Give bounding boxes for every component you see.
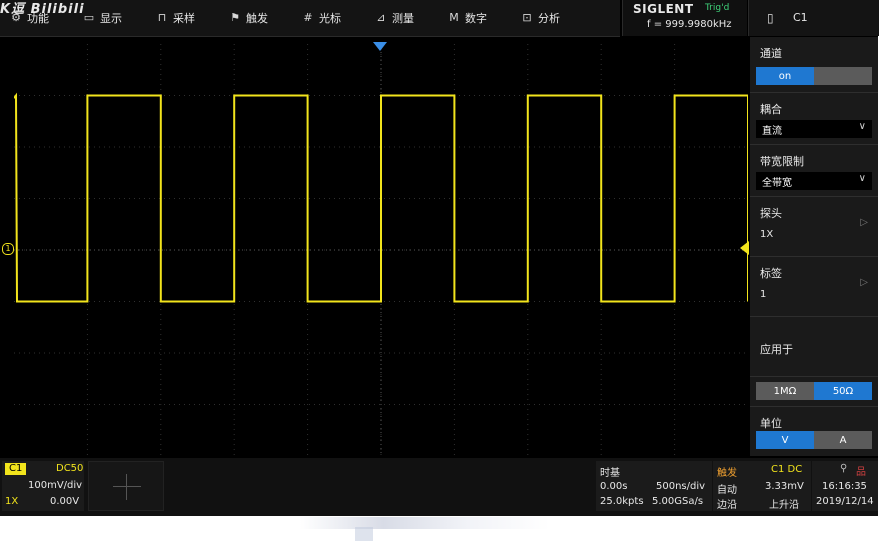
analysis-icon: ⊡ <box>522 11 532 24</box>
channel-title: 通道 <box>760 47 782 60</box>
trigger-source: C1 DC <box>771 464 803 475</box>
probe-section[interactable]: 探头 1X ▷ <box>750 197 878 257</box>
chevron-down-icon: ∨ <box>858 121 866 132</box>
menu-label: 触发 <box>246 12 268 25</box>
channel-1-coupling: DC50 <box>56 463 84 474</box>
coupling-section: 耦合 直流 ∨ <box>750 93 878 145</box>
acquire-icon: ⊓ <box>157 11 167 24</box>
bottom-status-bar: C1 DC50 100mV/div 1X 0.00V 时基 0.00s 500n… <box>0 458 878 516</box>
brand-status: SIGLENT Trig'd f = 999.9980kHz <box>622 0 747 36</box>
label-title: 标签 <box>760 267 782 280</box>
unit-option-a[interactable]: A <box>814 431 872 449</box>
usb-icon: ⚲ <box>840 463 848 474</box>
menu-label: 数字 <box>465 12 487 25</box>
network-icon: 品 <box>856 467 866 478</box>
trigger-status: Trig'd <box>705 3 730 13</box>
chevron-down-icon: ∨ <box>858 173 866 184</box>
brand-logo: SIGLENT <box>633 2 694 16</box>
label-value: 1 <box>760 289 767 300</box>
channel-header-label: C1 <box>793 11 808 24</box>
trigger-flag-icon: ⚑ <box>230 11 240 24</box>
trigger-type: 边沿 <box>717 500 737 511</box>
clock-time: 16:16:35 <box>822 481 867 492</box>
submenu-arrow-icon: ▷ <box>860 277 868 288</box>
coupling-select[interactable]: 直流 ∨ <box>756 120 872 138</box>
sample-rate: 5.00GSa/s <box>652 496 704 507</box>
bandwidth-select[interactable]: 全带宽 ∨ <box>756 172 872 190</box>
impedance-option-1mohm[interactable]: 1MΩ <box>756 382 814 400</box>
menu-label: 分析 <box>538 12 560 25</box>
channel-section: 通道 on <box>750 37 878 93</box>
channel-on-option[interactable]: on <box>756 67 814 85</box>
unit-title: 单位 <box>760 417 782 430</box>
display-icon: ▭ <box>83 11 95 24</box>
waveform-svg <box>14 44 748 456</box>
channel-1-scale: 100mV/div <box>28 480 83 491</box>
channel-menu-header[interactable]: ▯ C1 <box>748 0 879 36</box>
measure-icon: ⊿ <box>376 11 386 24</box>
impedance-option-50ohm[interactable]: 50Ω <box>814 382 872 400</box>
label-section[interactable]: 标签 1 ▷ <box>750 257 878 317</box>
channel-icon: ▯ <box>767 11 774 25</box>
menu-math[interactable]: M 数字 <box>438 0 497 36</box>
menu-measure[interactable]: ⊿ 测量 <box>365 0 424 36</box>
screen-glare <box>300 517 550 529</box>
unit-section: 单位 V A <box>750 407 878 456</box>
plus-icon <box>113 486 141 487</box>
channel-1-tag: C1 <box>5 463 27 475</box>
timebase-scale: 500ns/div <box>656 481 706 492</box>
probe-value: 1X <box>760 229 774 240</box>
screen-glare-detail <box>355 527 373 541</box>
cursor-icon: # <box>303 11 313 24</box>
add-channel-button[interactable] <box>88 461 164 511</box>
menu-cursors[interactable]: # 光标 <box>292 0 351 36</box>
math-icon: M <box>449 11 459 24</box>
impedance-options[interactable]: 1MΩ 50Ω <box>756 382 872 400</box>
trigger-slope: 上升沿 <box>769 500 799 511</box>
top-menu-bar: ⚙ 功能 ▭ 显示 ⊓ 采样 ⚑ 触发 # 光标 ⊿ 测量 M 数字 ⊡ 分析 <box>0 0 620 37</box>
trigger-level: 3.33mV <box>765 481 804 492</box>
unit-option-v[interactable]: V <box>756 431 814 449</box>
menu-label: 显示 <box>100 12 122 25</box>
video-watermark: K逗 Bilibili <box>0 2 85 17</box>
trigger-mode: 自动 <box>717 485 737 496</box>
menu-label: 光标 <box>319 12 341 25</box>
frequency-readout: f = 999.9980kHz <box>647 19 732 30</box>
channel-1-probe: 1X <box>5 496 19 507</box>
probe-title: 探头 <box>760 207 782 220</box>
unit-toggle[interactable]: V A <box>756 431 872 449</box>
submenu-arrow-icon: ▷ <box>860 217 868 228</box>
menu-acquire[interactable]: ⊓ 采样 <box>146 0 205 36</box>
bandwidth-value: 全带宽 <box>762 177 792 189</box>
apply-to-title: 应用于 <box>760 343 793 356</box>
trigger-level-marker[interactable] <box>740 241 749 255</box>
menu-label: 采样 <box>173 12 195 25</box>
menu-trigger[interactable]: ⚑ 触发 <box>219 0 278 36</box>
apply-to-section[interactable]: 应用于 <box>750 317 878 377</box>
clock-date: 2019/12/14 <box>816 496 874 507</box>
coupling-title: 耦合 <box>760 103 782 116</box>
menu-analysis[interactable]: ⊡ 分析 <box>511 0 570 36</box>
timebase-info[interactable]: 时基 0.00s 500ns/div 25.0kpts 5.00GSa/s <box>596 461 712 511</box>
system-clock: ⚲ 品 16:16:35 2019/12/14 <box>812 461 878 511</box>
waveform-grid[interactable] <box>14 44 748 456</box>
memory-depth: 25.0kpts <box>600 496 644 507</box>
timebase-delay: 0.00s <box>600 481 628 492</box>
channel-toggle[interactable]: on <box>756 67 872 85</box>
trigger-position-marker[interactable] <box>373 42 387 51</box>
channel-1-offset-marker[interactable]: 1 <box>2 243 14 255</box>
timebase-title: 时基 <box>600 468 620 479</box>
trigger-info[interactable]: 触发 C1 DC 自动 3.33mV 边沿 上升沿 <box>713 461 811 511</box>
channel-off-option[interactable] <box>814 67 872 85</box>
channel-1-offset: 0.00V <box>50 496 80 507</box>
channel-1-info[interactable]: C1 DC50 100mV/div 1X 0.00V <box>2 461 84 511</box>
trigger-title: 触发 <box>717 468 737 479</box>
bandwidth-section: 带宽限制 全带宽 ∨ <box>750 145 878 197</box>
bandwidth-title: 带宽限制 <box>760 155 804 168</box>
menu-label: 测量 <box>392 12 414 25</box>
coupling-value: 直流 <box>762 125 782 137</box>
oscilloscope-screen: ⚙ 功能 ▭ 显示 ⊓ 采样 ⚑ 触发 # 光标 ⊿ 测量 M 数字 ⊡ 分析 <box>0 0 879 516</box>
